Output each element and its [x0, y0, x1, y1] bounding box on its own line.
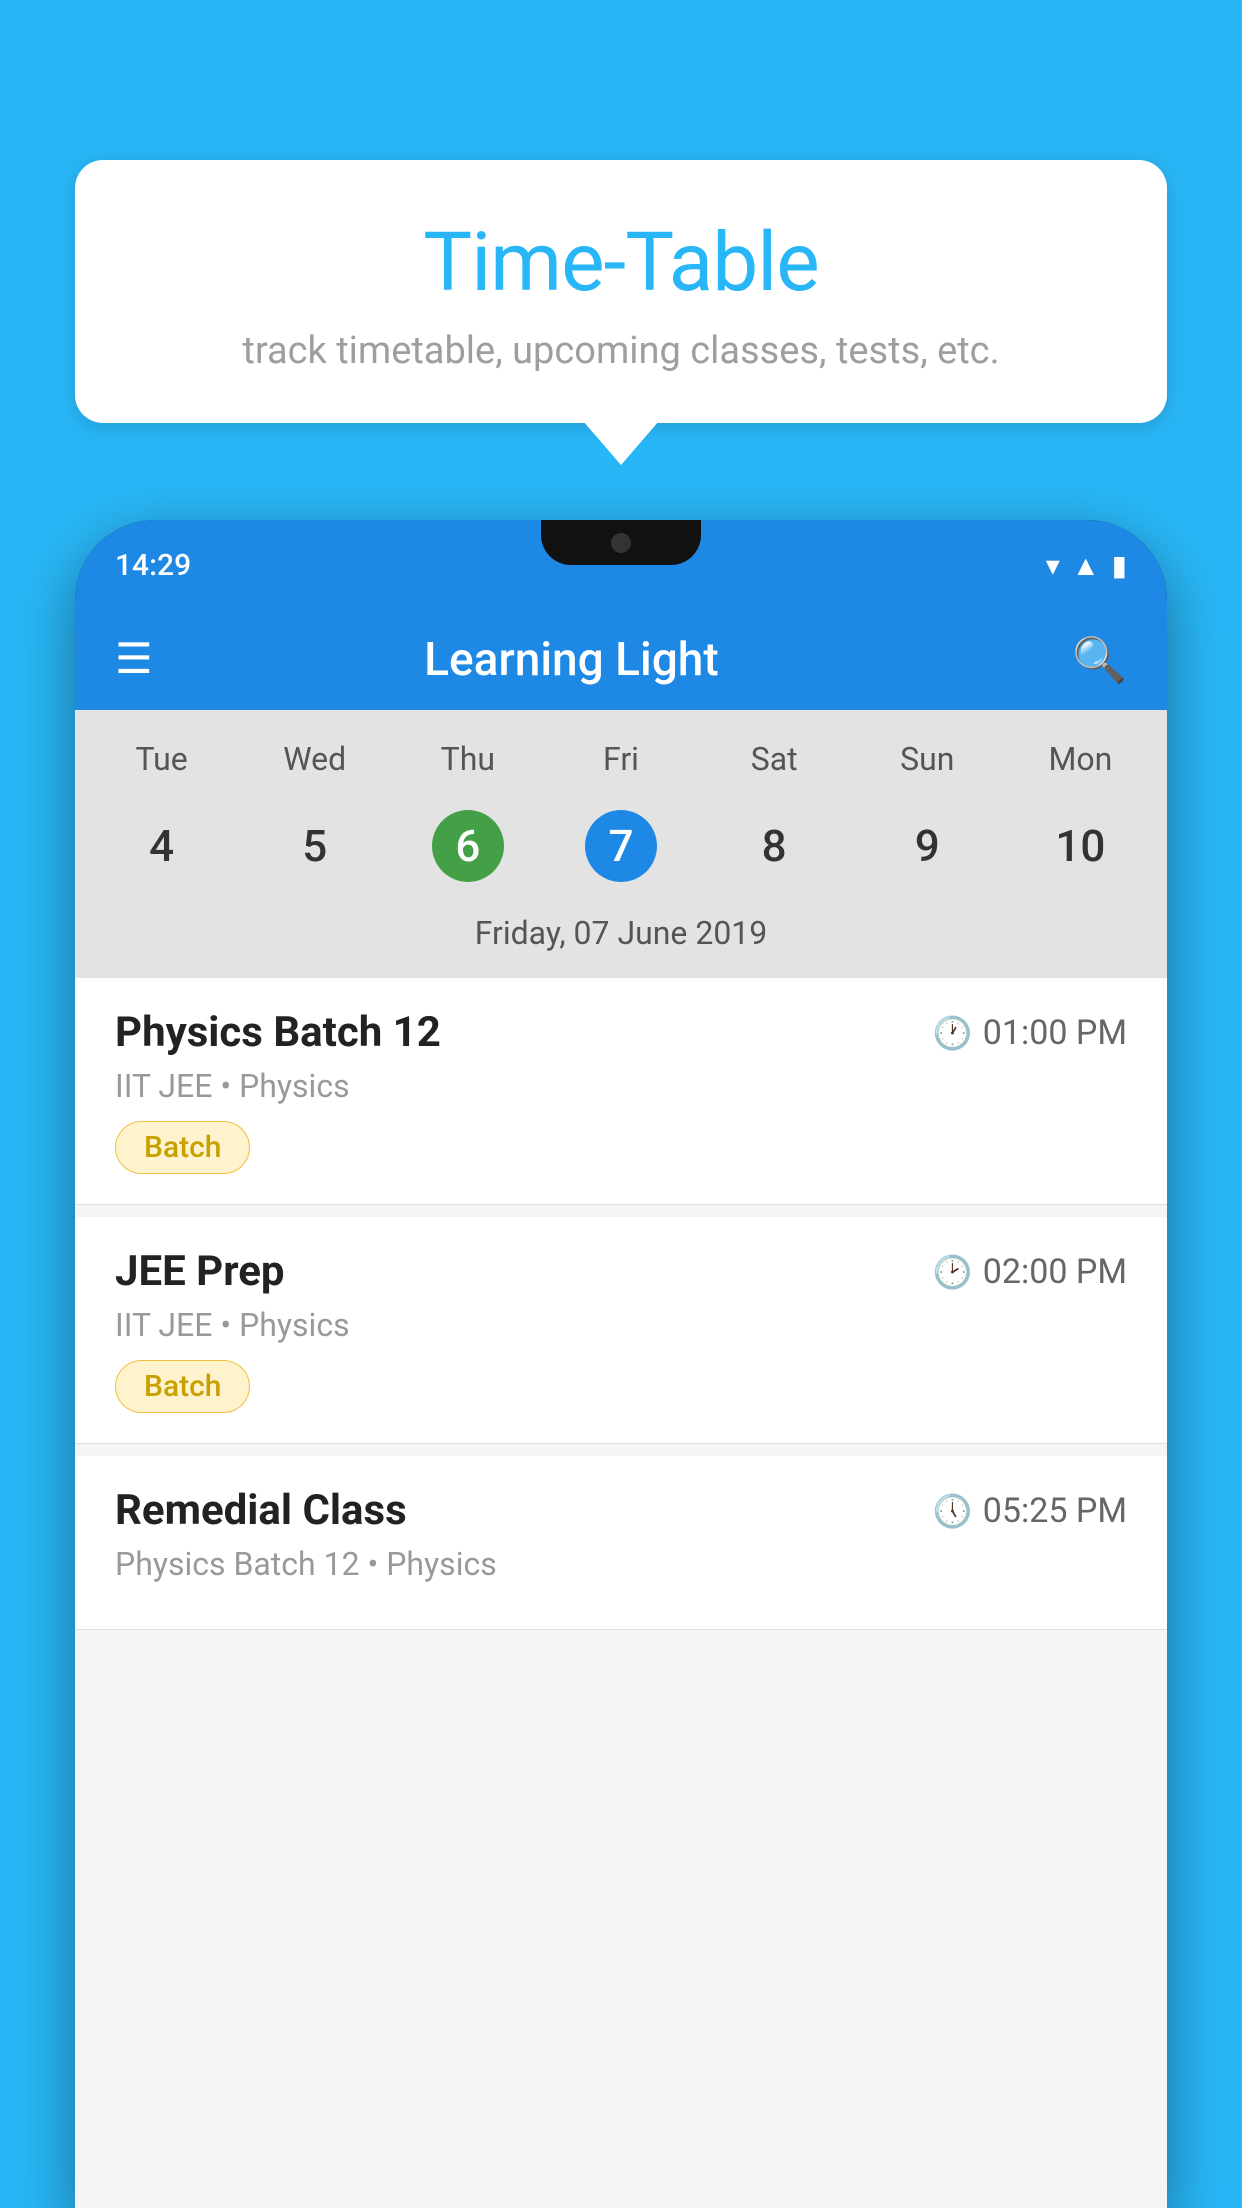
schedule-item-1-header: Physics Batch 12 🕐 01:00 PM [115, 1008, 1127, 1057]
schedule-item-2[interactable]: JEE Prep 🕑 02:00 PM IIT JEE • Physics Ba… [75, 1217, 1167, 1444]
day-numbers: 4 5 6 7 8 9 10 [75, 796, 1167, 896]
battery-icon: ▮ [1112, 549, 1127, 582]
status-bar: 14:29 ▾ ▲ ▮ [75, 520, 1167, 610]
signal-icon: ▲ [1072, 549, 1100, 582]
app-header: ☰ Learning Light 🔍 [75, 610, 1167, 710]
day-header-mon: Mon [1004, 730, 1157, 788]
tooltip-title: Time-Table [135, 215, 1107, 311]
calendar-section: Tue Wed Thu Fri Sat Sun Mon 4 5 6 7 8 9 … [75, 710, 1167, 978]
day-header-tue: Tue [85, 730, 238, 788]
hamburger-icon[interactable]: ☰ [115, 639, 153, 681]
day-4[interactable]: 4 [85, 796, 238, 896]
day-6[interactable]: 6 [391, 796, 544, 896]
schedule-meta-1: IIT JEE • Physics [115, 1067, 1127, 1105]
day-header-thu: Thu [391, 730, 544, 788]
batch-badge-2: Batch [115, 1360, 250, 1413]
phone-frame: 14:29 ▾ ▲ ▮ ☰ Learning Light 🔍 Tue Wed T… [75, 520, 1167, 2208]
day-header-sat: Sat [698, 730, 851, 788]
schedule-item-1[interactable]: Physics Batch 12 🕐 01:00 PM IIT JEE • Ph… [75, 978, 1167, 1205]
clock-icon-2: 🕑 [933, 1253, 973, 1291]
schedule-name-3: Remedial Class [115, 1486, 407, 1535]
wifi-icon: ▾ [1046, 549, 1060, 582]
notch [541, 520, 701, 565]
day-5[interactable]: 5 [238, 796, 391, 896]
schedule-time-3: 🕔 05:25 PM [933, 1491, 1127, 1531]
schedule-item-3-header: Remedial Class 🕔 05:25 PM [115, 1486, 1127, 1535]
today-circle: 6 [432, 810, 504, 882]
day-7[interactable]: 7 [544, 796, 697, 896]
day-9[interactable]: 9 [851, 796, 1004, 896]
schedule-item-3[interactable]: Remedial Class 🕔 05:25 PM Physics Batch … [75, 1456, 1167, 1630]
day-header-fri: Fri [544, 730, 697, 788]
schedule-item-2-header: JEE Prep 🕑 02:00 PM [115, 1247, 1127, 1296]
schedule-time-1: 🕐 01:00 PM [933, 1013, 1127, 1053]
camera-dot [611, 533, 631, 553]
selected-date-label: Friday, 07 June 2019 [75, 906, 1167, 968]
search-icon[interactable]: 🔍 [1072, 634, 1127, 686]
day-header-sun: Sun [851, 730, 1004, 788]
clock-icon-1: 🕐 [933, 1014, 973, 1052]
day-8[interactable]: 8 [698, 796, 851, 896]
day-headers: Tue Wed Thu Fri Sat Sun Mon [75, 730, 1167, 788]
batch-badge-1: Batch [115, 1121, 250, 1174]
schedule-time-2: 🕑 02:00 PM [933, 1252, 1127, 1292]
clock-icon-3: 🕔 [933, 1492, 973, 1530]
phone-content: Tue Wed Thu Fri Sat Sun Mon 4 5 6 7 8 9 … [75, 710, 1167, 2208]
selected-circle: 7 [585, 810, 657, 882]
schedule-meta-2: IIT JEE • Physics [115, 1306, 1127, 1344]
schedule-list: Physics Batch 12 🕐 01:00 PM IIT JEE • Ph… [75, 978, 1167, 1630]
day-10[interactable]: 10 [1004, 796, 1157, 896]
schedule-name-2: JEE Prep [115, 1247, 285, 1296]
status-time: 14:29 [115, 548, 191, 583]
status-icons: ▾ ▲ ▮ [1046, 549, 1127, 582]
schedule-meta-3: Physics Batch 12 • Physics [115, 1545, 1127, 1583]
tooltip-card: Time-Table track timetable, upcoming cla… [75, 160, 1167, 423]
tooltip-subtitle: track timetable, upcoming classes, tests… [135, 329, 1107, 373]
schedule-name-1: Physics Batch 12 [115, 1008, 441, 1057]
day-header-wed: Wed [238, 730, 391, 788]
app-title: Learning Light [193, 633, 1033, 687]
